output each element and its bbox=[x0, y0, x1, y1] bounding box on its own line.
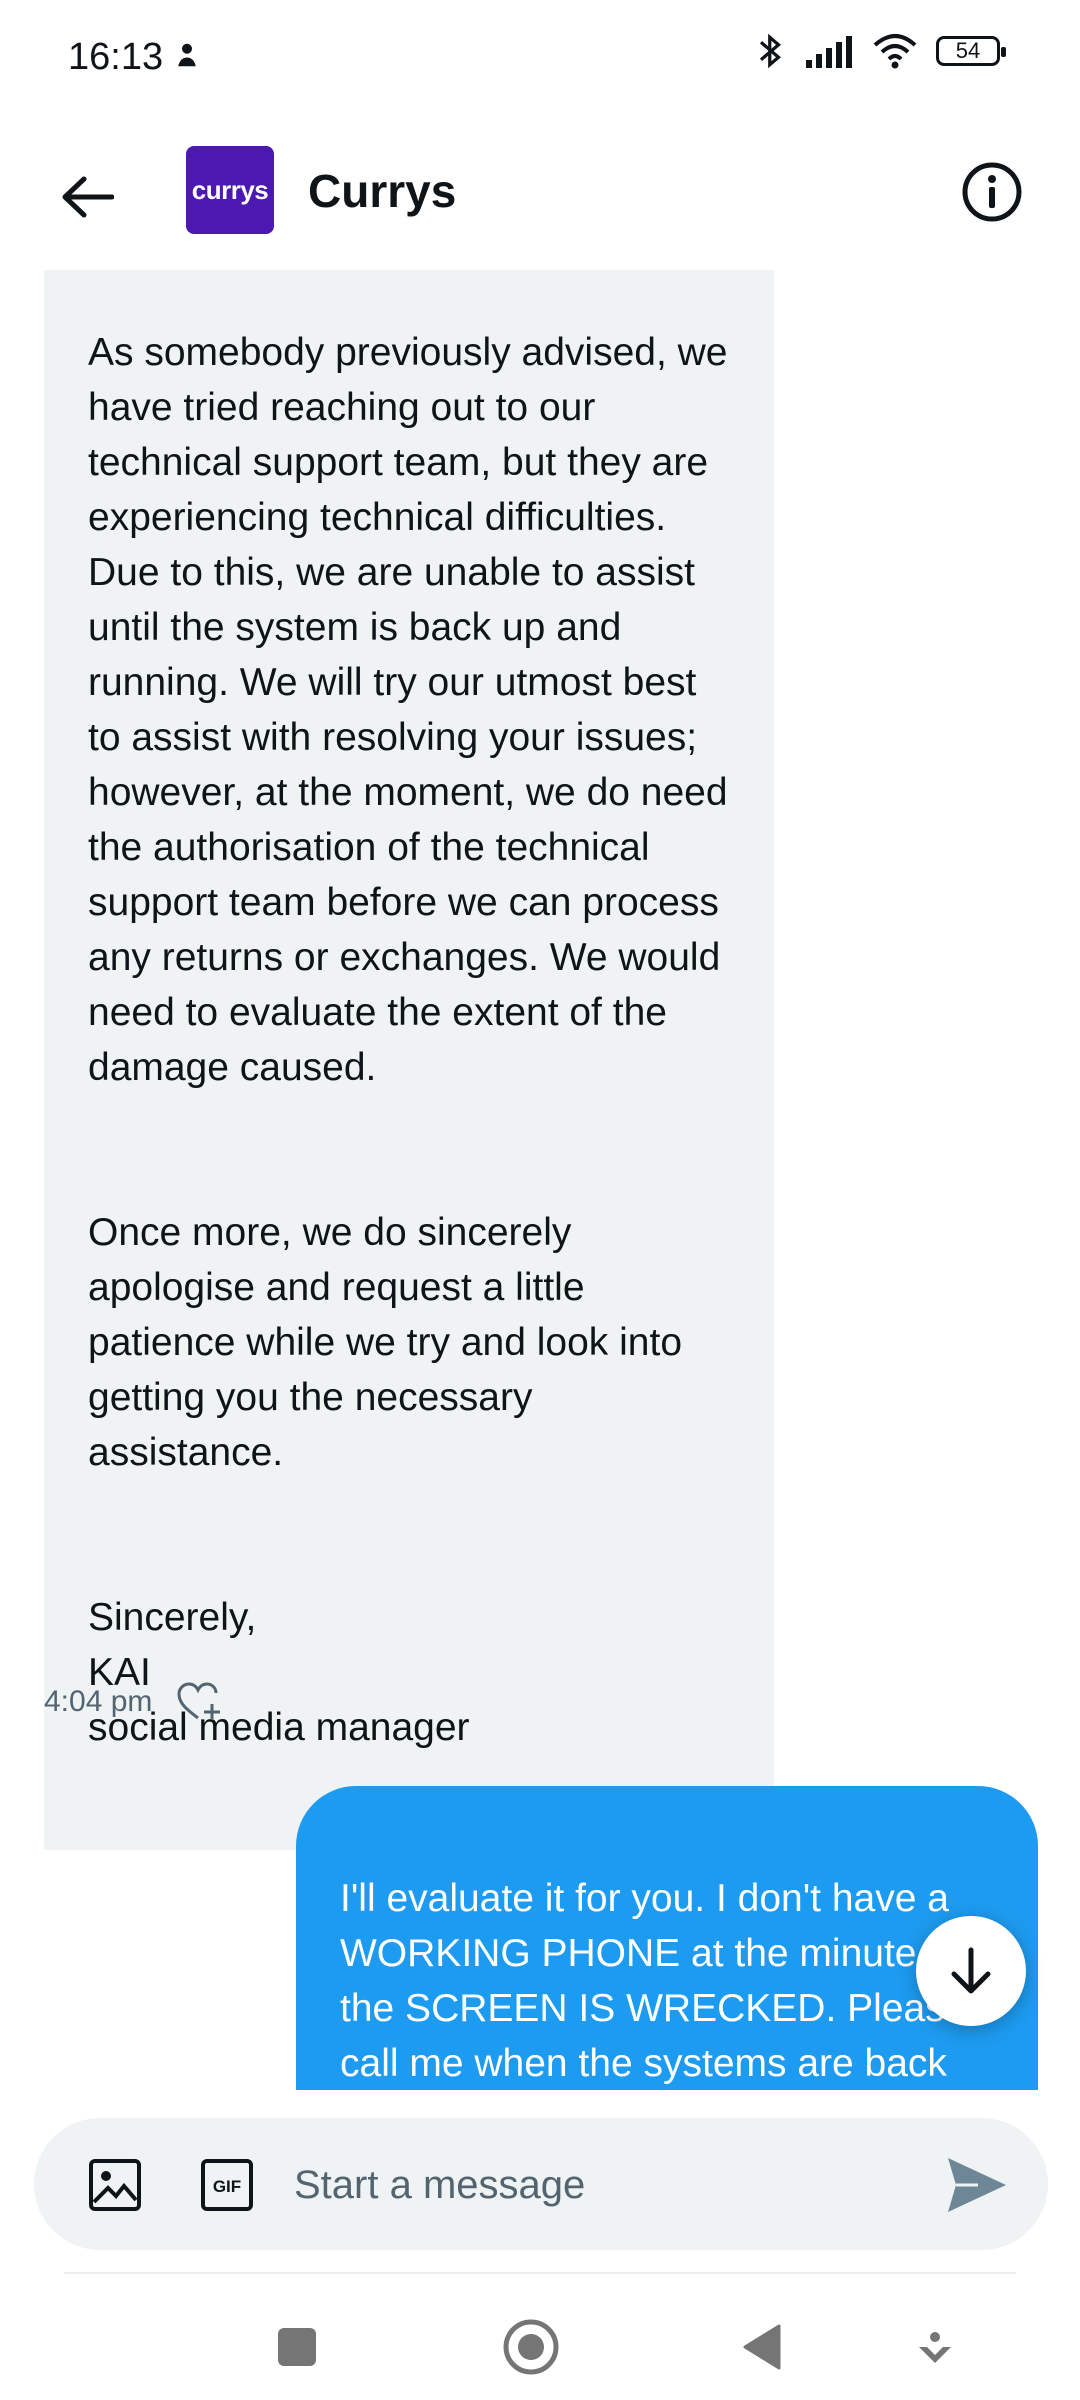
home-circle-icon bbox=[503, 2319, 559, 2375]
contact-name[interactable]: Currys bbox=[308, 164, 456, 218]
message-list[interactable]: As somebody previously advised, we have … bbox=[0, 270, 1080, 2090]
wifi-icon bbox=[873, 34, 917, 69]
battery-indicator: 54 bbox=[936, 36, 1006, 66]
status-time: 16:13 bbox=[68, 36, 164, 78]
assistant-button[interactable] bbox=[900, 2312, 970, 2382]
triangle-back-icon bbox=[743, 2324, 781, 2370]
notification-icon bbox=[172, 40, 202, 78]
image-icon bbox=[89, 2159, 141, 2211]
message-input[interactable] bbox=[292, 2148, 936, 2222]
message-paragraph: Once more, we do sincerely apologise and… bbox=[88, 1211, 683, 1474]
scroll-down-button[interactable] bbox=[916, 1916, 1026, 2026]
arrow-down-icon bbox=[951, 1947, 991, 1994]
send-button[interactable] bbox=[944, 2152, 1010, 2218]
home-button[interactable] bbox=[496, 2312, 566, 2382]
add-photo-button[interactable] bbox=[88, 2158, 142, 2212]
back-button[interactable] bbox=[52, 162, 122, 232]
status-icons: 54 bbox=[756, 32, 1006, 70]
heart-plus-icon[interactable] bbox=[176, 1682, 222, 1722]
conversation-header: currys Currys bbox=[0, 110, 1080, 270]
square-icon bbox=[278, 2328, 316, 2366]
message-timestamp: 4:04 pm bbox=[44, 1685, 153, 1718]
message-composer: GIF bbox=[34, 2118, 1048, 2250]
back-nav-button[interactable] bbox=[726, 2312, 796, 2382]
message-paragraph: Sincerely, KAI social media manager bbox=[88, 1596, 470, 1749]
avatar[interactable]: currys bbox=[186, 146, 274, 234]
recents-button[interactable] bbox=[262, 2312, 332, 2382]
message-meta: 4:04 pm bbox=[44, 1682, 222, 1722]
system-navigation-bar bbox=[0, 2290, 1080, 2400]
incoming-message[interactable]: As somebody previously advised, we have … bbox=[44, 270, 774, 1850]
gif-icon: GIF bbox=[201, 2159, 253, 2211]
bluetooth-icon bbox=[759, 33, 781, 69]
divider bbox=[64, 2272, 1016, 2274]
signal-icon bbox=[806, 36, 852, 68]
back-arrow-icon bbox=[62, 176, 114, 218]
message-text: I'll evaluate it for you. I don't have a… bbox=[340, 1877, 992, 2085]
assistant-icon bbox=[919, 2332, 951, 2363]
gif-label: GIF bbox=[213, 2177, 241, 2196]
status-bar: 16:13 54 bbox=[0, 0, 1080, 110]
info-button[interactable] bbox=[960, 160, 1024, 224]
add-gif-button[interactable]: GIF bbox=[200, 2158, 254, 2212]
message-paragraph: As somebody previously advised, we have … bbox=[88, 331, 728, 1089]
send-icon bbox=[948, 2158, 1006, 2212]
info-icon bbox=[962, 162, 1022, 222]
